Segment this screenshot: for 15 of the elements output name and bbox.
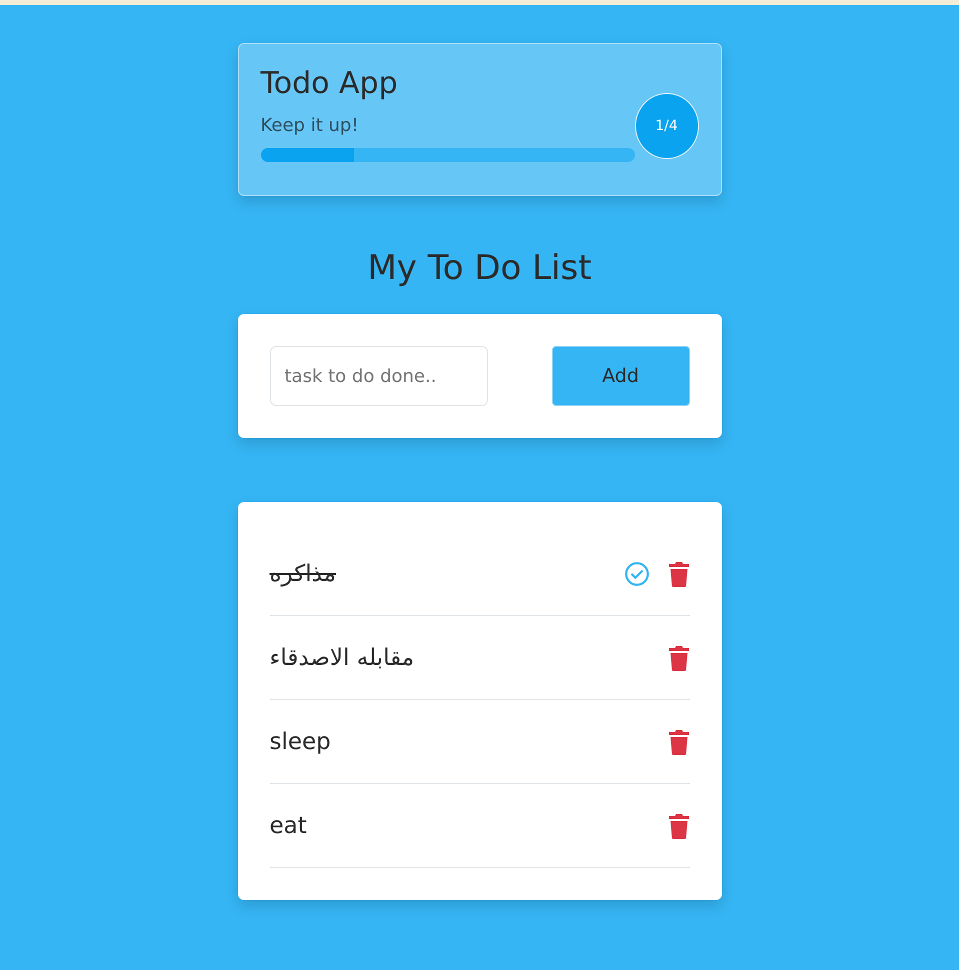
trash-icon[interactable] — [668, 812, 690, 838]
status-message: Keep it up! — [260, 115, 360, 136]
task-text: sleep — [270, 728, 332, 754]
task-text: مذاكره — [270, 560, 337, 586]
trash-icon[interactable] — [668, 728, 690, 754]
task-text: eat — [270, 812, 308, 838]
list-heading: My To Do List — [367, 248, 592, 288]
task-text: مقابله الاصدقاء — [270, 644, 416, 670]
progress-count: 1/4 — [634, 92, 698, 158]
add-button[interactable]: Add — [552, 346, 690, 406]
trash-icon[interactable] — [668, 560, 690, 586]
trash-icon[interactable] — [668, 644, 690, 670]
task-input[interactable]: task to do done.. — [270, 346, 488, 406]
app-title: Todo App — [260, 66, 399, 101]
check-circle-icon[interactable] — [624, 560, 650, 586]
